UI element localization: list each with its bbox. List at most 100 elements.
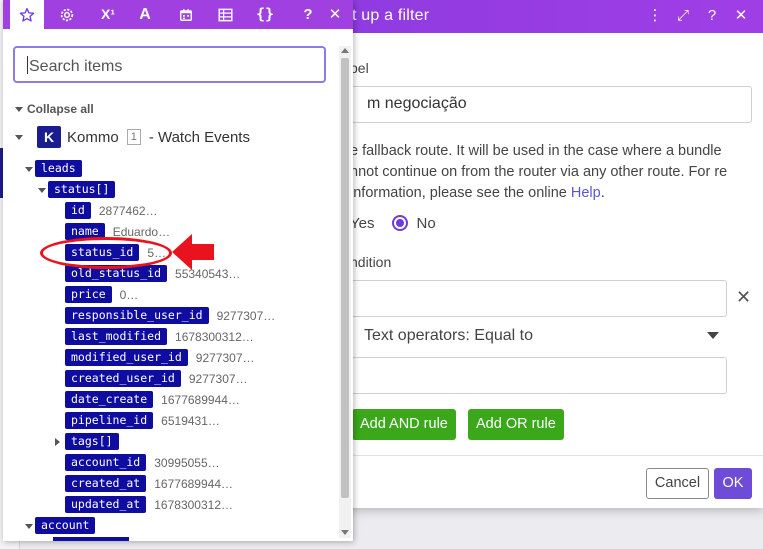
module-number-badge: 1 — [126, 129, 141, 145]
item-value: 0… — [119, 287, 139, 302]
item-value: 1678300312… — [154, 497, 233, 512]
star-icon[interactable] — [10, 0, 44, 29]
text-format-icon[interactable]: A — [128, 0, 162, 29]
filter-dialog: t up a filter ⋮ ⤢ ? ✕ bel m negociação e… — [330, 0, 763, 508]
condition-caption: ndition — [350, 254, 392, 270]
item-tag[interactable]: old_status_id — [65, 265, 168, 282]
tree-row[interactable]: status[] — [38, 181, 116, 198]
item-tag[interactable]: account_id — [65, 454, 147, 471]
item-value: 1677689944… — [154, 476, 233, 491]
remove-condition-icon[interactable]: ✕ — [736, 287, 751, 308]
calendar-icon[interactable] — [169, 0, 203, 29]
item-tag[interactable]: name — [65, 223, 105, 240]
item-value: 1678300312… — [175, 329, 254, 344]
tree-row[interactable]: last_modified 1678300312… — [65, 328, 254, 345]
item-tag[interactable]: leads — [35, 160, 82, 177]
superscript-icon[interactable]: X¹ — [91, 0, 125, 29]
search-placeholder: Search items — [29, 58, 123, 75]
item-tag[interactable]: created_at — [65, 475, 147, 492]
tree-row[interactable]: name Eduardo… — [65, 223, 170, 240]
tree-row[interactable]: account — [25, 517, 96, 534]
tree-row[interactable]: modified_user_id 9277307… — [65, 349, 255, 366]
radio-yes-label[interactable]: Yes — [350, 215, 374, 232]
item-value: 30995055… — [154, 455, 220, 470]
panel-scrollbar[interactable] — [339, 46, 351, 538]
chevron-down-icon — [15, 107, 23, 112]
tree-row[interactable]: date_create 1677689944… — [65, 391, 240, 408]
braces-icon[interactable]: {} — [248, 0, 282, 29]
tree-row[interactable]: price 0… — [65, 286, 138, 303]
add-or-rule-button[interactable]: Add OR rule — [468, 409, 564, 440]
gear-icon[interactable] — [50, 0, 84, 29]
tree-row[interactable]: status_id 5… — [65, 244, 166, 261]
close-icon[interactable]: ✕ — [730, 5, 752, 27]
add-and-rule-button[interactable]: Add AND rule — [352, 409, 456, 440]
help-text-end: . — [600, 185, 605, 201]
kommo-logo-icon: K — [37, 126, 61, 148]
tree-row[interactable]: pipeline_id 6519431… — [65, 412, 220, 429]
dialog-header: t up a filter ⋮ ⤢ ? ✕ — [330, 0, 763, 33]
label-input[interactable]: m negociação — [350, 86, 752, 123]
cut-off-tag — [53, 537, 129, 541]
module-name: Kommo — [67, 128, 119, 146]
table-icon[interactable] — [208, 0, 242, 29]
tree-row[interactable]: tags[] — [55, 433, 119, 450]
item-value: 55340543… — [175, 266, 241, 281]
operator-select[interactable]: Text operators: Equal to — [352, 321, 727, 351]
scroll-thumb[interactable] — [341, 58, 349, 498]
item-tag[interactable]: created_user_id — [65, 370, 181, 387]
tree-row[interactable]: id 2877462… — [65, 202, 158, 219]
item-tag[interactable]: status_id — [65, 244, 140, 261]
module-header[interactable]: K Kommo 1 - Watch Events — [15, 126, 250, 148]
item-value: 9277307… — [216, 308, 276, 323]
item-value: 9277307… — [188, 371, 248, 386]
item-tag[interactable]: account — [35, 517, 96, 534]
fallback-help-text: e fallback route. It will be used in the… — [350, 141, 750, 204]
search-input[interactable]: Search items — [13, 46, 326, 83]
fallback-radio-group: Yes No — [350, 213, 436, 233]
radio-no-label[interactable]: No — [416, 215, 435, 232]
chevron-down-icon — [25, 166, 33, 172]
cancel-button[interactable]: Cancel — [646, 468, 709, 499]
collapse-all-label: Collapse all — [27, 102, 94, 116]
item-tag[interactable]: price — [65, 286, 112, 303]
item-value: Eduardo… — [112, 224, 171, 239]
item-tag[interactable]: pipeline_id — [65, 412, 154, 429]
item-value: 1677689944… — [161, 392, 240, 407]
tree-row[interactable]: updated_at 1678300312… — [65, 496, 233, 513]
more-options-icon[interactable]: ⋮ — [644, 5, 666, 27]
chevron-down-icon — [707, 332, 719, 339]
tree-row[interactable]: responsible_user_id 9277307… — [65, 307, 275, 324]
item-tag[interactable]: date_create — [65, 391, 154, 408]
tree-row[interactable]: created_user_id 9277307… — [65, 370, 248, 387]
item-tag[interactable]: modified_user_id — [65, 349, 188, 366]
item-value: 6519431… — [161, 413, 220, 428]
collapse-all-toggle[interactable]: Collapse all — [15, 102, 94, 116]
item-value: 9277307… — [195, 350, 255, 365]
radio-no[interactable] — [392, 215, 409, 231]
item-tag[interactable]: last_modified — [65, 328, 168, 345]
item-tag[interactable]: id — [65, 202, 91, 219]
item-value: 2877462… — [98, 203, 158, 218]
condition-operand-b[interactable] — [350, 357, 727, 394]
operator-value: Text operators: Equal to — [364, 327, 533, 344]
item-tag[interactable]: responsible_user_id — [65, 307, 209, 324]
item-tag[interactable]: status[] — [48, 181, 116, 198]
item-tag[interactable]: tags[] — [65, 433, 119, 450]
condition-operand-a[interactable] — [350, 280, 727, 317]
close-icon[interactable]: ✕ — [318, 0, 352, 29]
help-icon[interactable]: ? — [701, 5, 723, 27]
module-suffix: - Watch Events — [148, 128, 250, 146]
tree-row[interactable]: leads — [25, 160, 82, 177]
tree-row[interactable]: created_at 1677689944… — [65, 475, 233, 492]
expand-icon[interactable]: ⤢ — [672, 5, 694, 27]
item-tag[interactable]: updated_at — [65, 496, 147, 513]
scroll-up-icon[interactable] — [341, 48, 349, 53]
tree-row[interactable]: old_status_id 55340543… — [65, 265, 240, 282]
item-value: 5… — [147, 245, 166, 260]
chevron-down-icon — [38, 187, 46, 193]
help-link[interactable]: Help — [571, 185, 601, 201]
tree-row[interactable]: account_id 30995055… — [65, 454, 220, 471]
ok-button[interactable]: OK — [714, 468, 752, 499]
scroll-down-icon[interactable] — [341, 530, 349, 535]
